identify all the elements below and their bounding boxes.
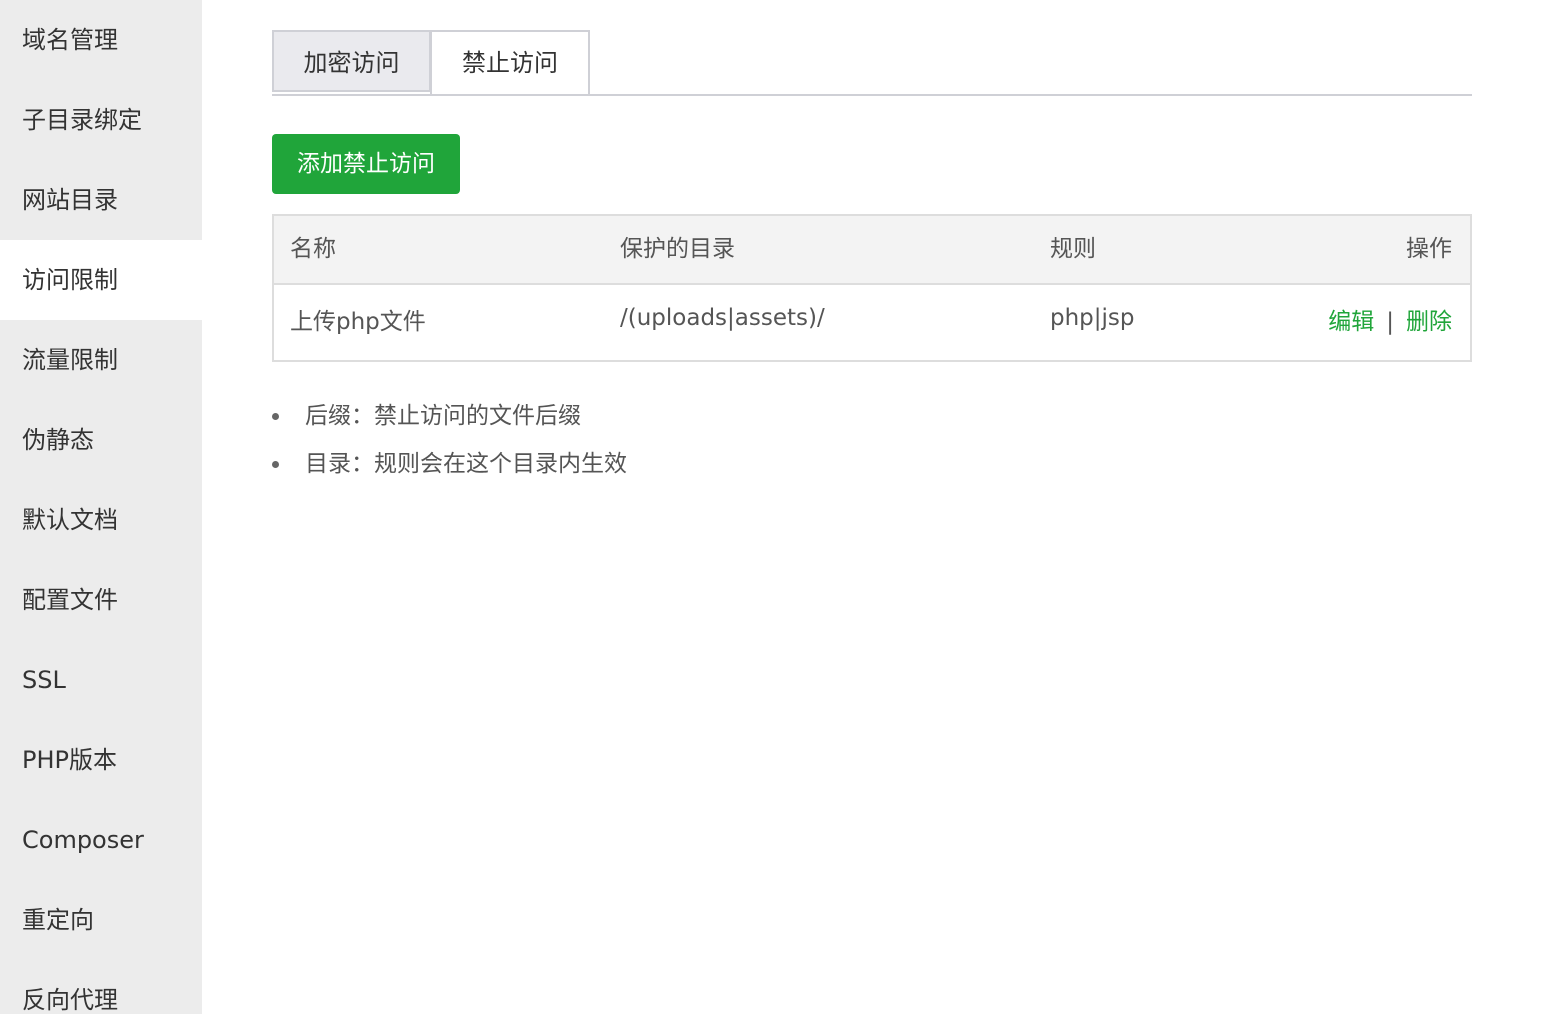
row-actions: 编辑 | 删除 [1328, 289, 1452, 355]
action-separator: | [1386, 309, 1394, 335]
tab-password-access[interactable]: 加密访问 [272, 30, 431, 92]
edit-link[interactable]: 编辑 [1328, 309, 1374, 335]
sidebar-item-domain[interactable]: 域名管理 [0, 0, 202, 80]
add-deny-access-button[interactable]: 添加禁止访问 [272, 134, 460, 194]
help-note: 目录：规则会在这个目录内生效 [272, 440, 627, 488]
column-header-directory: 保护的目录 [620, 236, 735, 262]
sidebar-item-rewrite[interactable]: 伪静态 [0, 400, 202, 480]
deny-access-table: 名称 保护的目录 规则 操作 上传php文件 /(uploads|assets)… [272, 214, 1472, 362]
sidebar-item-php-version[interactable]: PHP版本 [0, 720, 202, 800]
row-rule: php|jsp [1050, 305, 1135, 331]
sidebar-item-default-document[interactable]: 默认文档 [0, 480, 202, 560]
bullet-icon [272, 413, 279, 420]
sidebar-item-composer[interactable]: Composer [0, 800, 202, 880]
sidebar-item-access-restriction[interactable]: 访问限制 [0, 240, 202, 320]
sidebar-item-ssl[interactable]: SSL [0, 640, 202, 720]
column-header-rule: 规则 [1050, 236, 1096, 262]
sidebar-item-config-file[interactable]: 配置文件 [0, 560, 202, 640]
row-name: 上传php文件 [290, 309, 426, 335]
sidebar: 域名管理 子目录绑定 网站目录 访问限制 流量限制 伪静态 默认文档 配置文件 … [0, 0, 202, 1014]
sidebar-item-subdir-binding[interactable]: 子目录绑定 [0, 80, 202, 160]
help-notes: 后缀：禁止访问的文件后缀 目录：规则会在这个目录内生效 [272, 392, 627, 488]
column-header-actions: 操作 [1406, 236, 1452, 262]
tab-deny-access[interactable]: 禁止访问 [430, 30, 590, 94]
help-note-text: 后缀：禁止访问的文件后缀 [305, 403, 581, 429]
bullet-icon [272, 461, 279, 468]
main-panel: 加密访问 禁止访问 添加禁止访问 名称 保护的目录 规则 操作 上传php文件 … [272, 0, 1472, 477]
sidebar-item-traffic-limit[interactable]: 流量限制 [0, 320, 202, 400]
column-header-name: 名称 [290, 236, 336, 262]
delete-link[interactable]: 删除 [1406, 309, 1452, 335]
row-directory: /(uploads|assets)/ [620, 305, 825, 331]
sidebar-item-site-directory[interactable]: 网站目录 [0, 160, 202, 240]
table-row: 上传php文件 /(uploads|assets)/ php|jsp 编辑 | 删除 [274, 285, 1470, 360]
tab-bar: 加密访问 禁止访问 [272, 30, 1472, 96]
sidebar-item-redirect[interactable]: 重定向 [0, 880, 202, 960]
help-note: 后缀：禁止访问的文件后缀 [272, 392, 627, 440]
help-note-text: 目录：规则会在这个目录内生效 [305, 451, 627, 477]
sidebar-item-reverse-proxy[interactable]: 反向代理 [0, 960, 202, 1014]
table-header: 名称 保护的目录 规则 操作 [274, 216, 1470, 285]
